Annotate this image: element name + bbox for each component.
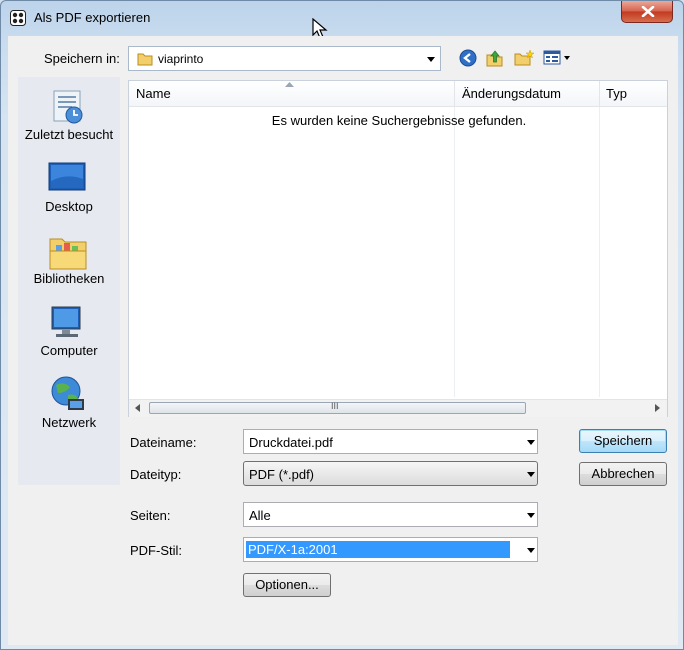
chevron-down-icon [527,472,535,477]
sort-ascending-icon [285,82,294,87]
place-desktop[interactable]: Desktop [18,161,120,217]
back-icon[interactable] [459,49,477,70]
close-button[interactable] [621,1,673,23]
pdfstyle-value: PDF/X-1a:2001 [246,541,510,558]
column-header-name[interactable]: Name [129,81,455,107]
folder-icon [137,52,153,69]
filetype-label: Dateityp: [130,467,182,482]
column-divider [599,107,600,397]
file-list[interactable]: Name Änderungsdatum Typ Es wurden keine … [128,80,668,417]
recent-places-icon [48,87,88,130]
place-recent[interactable]: Zuletzt besucht [18,87,120,145]
chevron-down-icon[interactable] [527,440,535,445]
column-divider [454,107,455,397]
save-button[interactable]: Speichern [579,429,667,453]
scroll-left-icon[interactable] [135,404,141,412]
place-network[interactable]: Netzwerk [18,375,120,433]
column-label: Name [136,86,171,101]
filename-value: Druckdatei.pdf [249,435,333,450]
column-header-date[interactable]: Änderungsdatum [455,81,600,107]
cancel-button[interactable]: Abbrechen [579,462,667,486]
options-button[interactable]: Optionen... [243,573,331,597]
place-computer[interactable]: Computer [18,305,120,361]
empty-results-message: Es wurden keine Suchergebnisse gefunden. [271,113,527,128]
lookin-label: Speichern in: [44,51,120,66]
column-label: Änderungsdatum [462,86,562,101]
dialog-window: Als PDF exportieren Speichern in: viapri… [0,0,684,650]
places-bar: Zuletzt besucht Desktop Bibliotheken Com… [18,77,120,485]
filename-input[interactable]: Druckdatei.pdf [243,429,538,454]
libraries-icon [48,233,88,274]
title-bar[interactable]: Als PDF exportieren [1,1,684,35]
pdfstyle-label: PDF-Stil: [130,543,182,558]
view-menu-icon[interactable] [543,49,573,70]
column-header-type[interactable]: Typ [600,81,667,107]
place-label: Netzwerk [41,415,97,430]
current-folder-name: viaprinto [158,52,204,66]
network-icon [48,375,88,418]
pages-label: Seiten: [130,508,171,523]
place-label: Computer [40,343,98,358]
scroll-thumb[interactable]: III [149,401,526,414]
place-label: Zuletzt besucht [24,127,114,142]
new-folder-icon[interactable] [514,49,536,70]
close-icon [641,6,655,17]
chevron-down-icon [527,548,535,553]
window-title: Als PDF exportieren [34,10,151,25]
chevron-down-icon [527,513,535,518]
filetype-value: PDF (*.pdf) [249,467,315,482]
chevron-down-icon [427,57,435,62]
pages-value: Alle [249,508,271,523]
place-label: Desktop [45,199,93,214]
scroll-right-icon[interactable] [655,404,661,412]
filename-label: Dateiname: [130,435,197,450]
filetype-select[interactable]: PDF (*.pdf) [243,461,538,486]
place-label: Bibliotheken [33,271,105,286]
scroll-grip: III [331,401,339,411]
lookin-combobox[interactable]: viaprinto [128,46,441,71]
pdfstyle-select[interactable]: PDF/X-1a:2001 [243,537,538,562]
desktop-icon [47,161,87,200]
horizontal-scrollbar[interactable]: III [129,399,667,417]
computer-icon [48,305,88,344]
pages-select[interactable]: Alle [243,502,538,527]
place-libraries[interactable]: Bibliotheken [18,233,120,289]
up-folder-icon[interactable] [485,49,505,70]
column-label: Typ [606,86,627,101]
app-icon [10,10,26,26]
